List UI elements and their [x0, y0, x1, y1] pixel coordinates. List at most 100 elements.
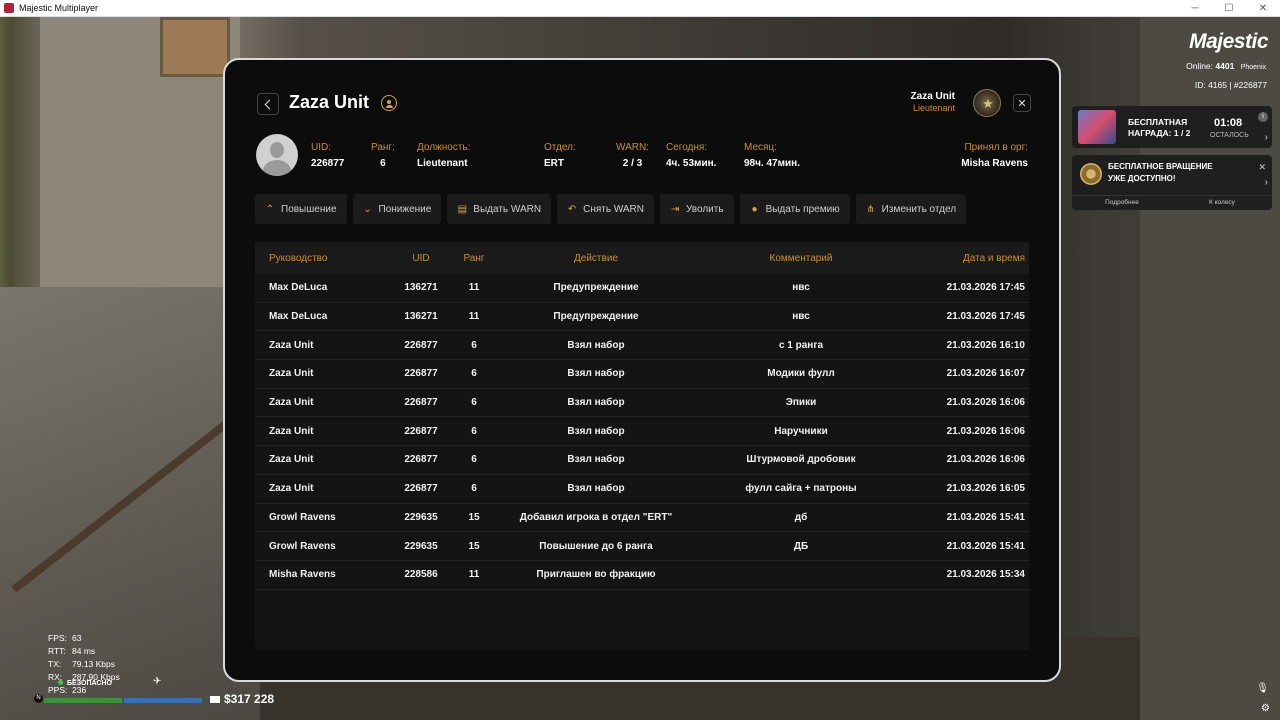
info-label: UID: — [311, 142, 331, 153]
cell-comment: ДБ — [793, 540, 809, 552]
spin-footer: Подробнее К колесу — [1072, 195, 1272, 210]
cell-action: Предупреждение — [553, 311, 639, 323]
coin-icon: ● — [751, 203, 758, 215]
cell-action: Взял набор — [567, 339, 625, 351]
info-value: 2 / 3 — [622, 158, 643, 169]
cell-leadership: Growl Ravens — [269, 511, 336, 523]
info-recruiter: Принял в орг: Misha Ravens — [961, 142, 1028, 169]
action-label: Изменить отдел — [881, 203, 957, 215]
app-icon — [4, 3, 14, 13]
cell-comment: нвс — [792, 311, 810, 323]
online-label: Online: — [1186, 61, 1214, 71]
promote-button[interactable]: ⌃ Повышение — [255, 194, 347, 224]
remove-warn-button[interactable]: ↶ Снять WARN — [557, 194, 655, 224]
info-value: 6 — [380, 158, 386, 169]
current-user: Zaza Unit Lieutenant — [911, 91, 955, 113]
demote-button[interactable]: ⌄ Понижение — [352, 194, 442, 224]
close-button[interactable]: ✕ — [1013, 94, 1031, 112]
cell-action: Взял набор — [567, 368, 625, 380]
cell-leadership: Zaza Unit — [269, 425, 314, 437]
cash-amount: $317 228 — [224, 692, 275, 706]
info-label: Ранг: — [371, 142, 395, 153]
minimize-button[interactable]: ─ — [1178, 0, 1212, 17]
col-comment: Комментарий — [769, 252, 833, 264]
cell-rank: 11 — [468, 311, 480, 323]
airplane-icon: ✈ — [153, 676, 162, 687]
info-value: 98ч. 47мин. — [744, 158, 800, 169]
chevron-down-icon: ⌄ — [363, 203, 372, 215]
avatar — [256, 134, 298, 176]
cell-uid: 229635 — [404, 511, 438, 523]
info-department: Отдел: ERT — [544, 142, 576, 169]
settings-icon[interactable]: ⚙ — [1261, 703, 1270, 714]
action-label: Выдать премию — [765, 203, 840, 215]
table-row: Zaza Unit 226877 6 Взял набор Модики фулл 21.… — [255, 360, 1029, 389]
cell-uid: 226877 — [404, 339, 438, 351]
info-icon[interactable]: i — [1258, 112, 1268, 122]
cell-uid: 226877 — [404, 425, 438, 437]
info-value: 226877 — [311, 158, 345, 169]
info-label: Месяц: — [744, 142, 777, 153]
chevron-right-icon[interactable]: › — [1265, 177, 1268, 188]
undo-icon: ↶ — [567, 203, 577, 215]
info-rank: Ранг: 6 — [371, 142, 395, 169]
action-label: Повышение — [281, 203, 337, 215]
free-reward-card[interactable]: БЕСПЛАТНАЯ НАГРАДА: 1 / 2 01:08 ОСТАЛОСЬ… — [1072, 106, 1272, 148]
cell-leadership: Zaza Unit — [269, 368, 314, 380]
cell-comment: Модики фулл — [767, 368, 835, 380]
info-today: Сегодня: 4ч. 53мин. — [666, 142, 716, 169]
spin-more-link[interactable]: Подробнее — [1072, 196, 1172, 210]
close-icon[interactable]: ✕ — [1258, 162, 1266, 173]
wheel-icon — [1080, 163, 1102, 185]
col-leadership: Руководство — [269, 252, 328, 264]
cell-leadership: Zaza Unit — [269, 483, 314, 495]
close-window-button[interactable]: ✕ — [1246, 0, 1280, 17]
cash-icon — [210, 696, 220, 704]
net-rtt: RTT: 84 ms — [48, 646, 96, 656]
info-label: Сегодня: — [666, 142, 708, 153]
chevron-right-icon[interactable]: › — [1265, 132, 1268, 143]
info-warn: WARN: 2 / 3 — [616, 142, 649, 169]
reward-title-line1: БЕСПЛАТНАЯ — [1128, 117, 1188, 127]
table-row: Max DeLuca 136271 11 Предупреждение нвс 21.03… — [255, 274, 1029, 303]
table-header: Руководство UID Ранг Действие Комментари… — [255, 242, 1029, 274]
bonus-button[interactable]: ● Выдать премию — [739, 194, 850, 224]
spin-title-line1: БЕСПЛАТНОЕ ВРАЩЕНИЕ — [1108, 162, 1213, 171]
page-title: Zaza Unit — [289, 92, 370, 112]
current-user-rank: Lieutenant — [912, 103, 955, 113]
cell-rank: 15 — [468, 540, 480, 552]
cell-rank: 11 — [468, 282, 480, 294]
change-department-button[interactable]: ⋔ Изменить отдел — [855, 194, 967, 224]
cell-uid: 226877 — [404, 483, 438, 495]
brand-logo: Majestic — [1189, 30, 1268, 53]
maximize-button[interactable]: ☐ — [1212, 0, 1246, 17]
minimap-north: N — [34, 694, 43, 703]
rank-badge-icon — [973, 89, 1002, 118]
cell-datetime: 21.03.2026 15:34 — [946, 569, 1025, 581]
history-table: Руководство UID Ранг Действие Комментари… — [255, 242, 1029, 650]
info-month: Месяц: 98ч. 47мин. — [744, 142, 800, 169]
table-row: Zaza Unit 226877 6 Взял набор фулл сайга + п… — [255, 475, 1029, 504]
spin-wheel-link[interactable]: К колесу — [1172, 196, 1272, 210]
cell-datetime: 21.03.2026 17:45 — [946, 311, 1025, 323]
table-row: Zaza Unit 226877 6 Взял набор Штурмовой дроб… — [255, 446, 1029, 475]
cell-comment: нвс — [792, 282, 810, 294]
cell-datetime: 21.03.2026 16:06 — [946, 425, 1025, 437]
player-id: ID: 4165 | #226877 — [1194, 80, 1267, 90]
dismiss-button[interactable]: ⇥ Уволить — [660, 194, 734, 224]
cell-rank: 6 — [471, 339, 477, 351]
reward-remaining-label: ОСТАЛОСЬ — [1210, 132, 1249, 139]
table-body: Max DeLuca 136271 11 Предупреждение нвс 21.03… — [255, 274, 1029, 590]
cell-action: Взял набор — [567, 425, 625, 437]
back-button[interactable] — [257, 93, 279, 115]
online-value: 4401 — [1215, 61, 1235, 71]
microphone-icon: 🎙 — [1256, 683, 1269, 694]
col-rank: Ранг — [463, 252, 485, 264]
reward-title: БЕСПЛАТНАЯ НАГРАДА: 1 / 2 — [1128, 117, 1190, 139]
cell-datetime: 21.03.2026 17:45 — [946, 282, 1025, 294]
issue-warn-button[interactable]: ▤ Выдать WARN — [447, 194, 552, 224]
window-controls: ─ ☐ ✕ — [1178, 0, 1280, 17]
free-spin-card[interactable]: БЕСПЛАТНОЕ ВРАЩЕНИЕ УЖЕ ДОСТУПНО! ✕ › По… — [1072, 155, 1272, 210]
cell-rank: 6 — [471, 483, 477, 495]
cell-datetime: 21.03.2026 15:41 — [946, 511, 1025, 523]
